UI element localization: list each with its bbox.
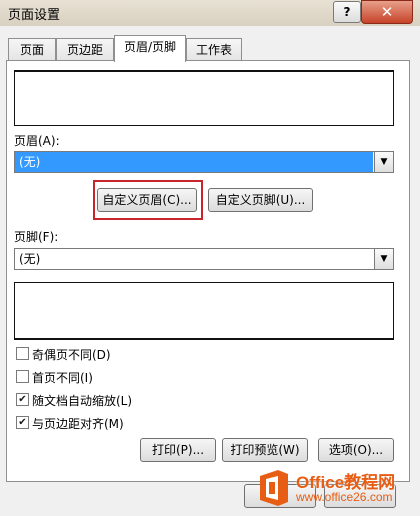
custom-footer-button[interactable]: 自定义页脚(U)... — [208, 188, 313, 212]
page-setup-dialog: 页面设置 ? ✕ 页面 页边距 页眉/页脚 工作表 页眉(A): (无) ▼ 自… — [0, 0, 420, 516]
odd-even-label: 奇偶页不同(D) — [32, 348, 111, 362]
print-button[interactable]: 打印(P)... — [140, 438, 216, 462]
close-button[interactable]: ✕ — [361, 0, 413, 24]
header-label: 页眉(A): — [14, 134, 60, 148]
options-button-label: 选项(O)... — [328, 443, 384, 457]
help-button[interactable]: ? — [333, 1, 361, 23]
footer-preview — [14, 282, 394, 340]
title-bar: 页面设置 ? ✕ — [0, 0, 420, 26]
first-page-checkbox[interactable] — [16, 370, 29, 383]
tab-header-footer-label: 页眉/页脚 — [123, 40, 177, 54]
footer-label: 页脚(F): — [14, 230, 59, 244]
footer-preview-rule — [15, 338, 393, 339]
check-icon[interactable]: ✔ — [16, 416, 29, 429]
tab-margins[interactable]: 页边距 — [56, 38, 114, 61]
tab-page-label: 页面 — [19, 43, 44, 57]
header-dropdown[interactable]: (无) ▼ — [14, 151, 394, 173]
watermark: Office教程网 www.office26.com — [256, 466, 418, 514]
footer-dropdown-value: (无) — [19, 252, 41, 266]
triangle-down-icon[interactable]: ▼ — [374, 249, 393, 269]
tab-page[interactable]: 页面 — [8, 38, 56, 61]
custom-header-button-label: 自定义页眉(C)... — [102, 193, 192, 207]
header-preview — [14, 70, 394, 126]
first-page-label: 首页不同(I) — [32, 371, 93, 385]
window-title: 页面设置 — [8, 8, 61, 23]
header-dropdown-value: (无) — [15, 152, 373, 172]
check-icon[interactable]: ✔ — [16, 393, 29, 406]
align-margins-label: 与页边距对齐(M) — [32, 417, 124, 431]
tab-sheet[interactable]: 工作表 — [186, 38, 242, 61]
print-preview-button-label: 打印预览(W) — [230, 443, 300, 457]
watermark-subtitle: www.office26.com — [296, 490, 393, 504]
tab-margins-label: 页边距 — [66, 43, 103, 57]
print-preview-button[interactable]: 打印预览(W) — [222, 438, 308, 462]
office-logo-icon — [260, 470, 288, 506]
options-button[interactable]: 选项(O)... — [318, 438, 394, 462]
odd-even-checkbox[interactable] — [16, 347, 29, 360]
tab-sheet-label: 工作表 — [195, 43, 232, 57]
triangle-down-icon[interactable]: ▼ — [374, 152, 393, 172]
custom-header-button[interactable]: 自定义页眉(C)... — [97, 188, 197, 212]
footer-dropdown[interactable]: (无) ▼ — [14, 248, 394, 270]
header-preview-rule — [15, 71, 393, 72]
custom-footer-button-label: 自定义页脚(U)... — [215, 193, 306, 207]
print-button-label: 打印(P)... — [151, 443, 205, 457]
scale-with-doc-label: 随文档自动缩放(L) — [32, 394, 133, 408]
tab-header-footer[interactable]: 页眉/页脚 — [114, 35, 186, 62]
